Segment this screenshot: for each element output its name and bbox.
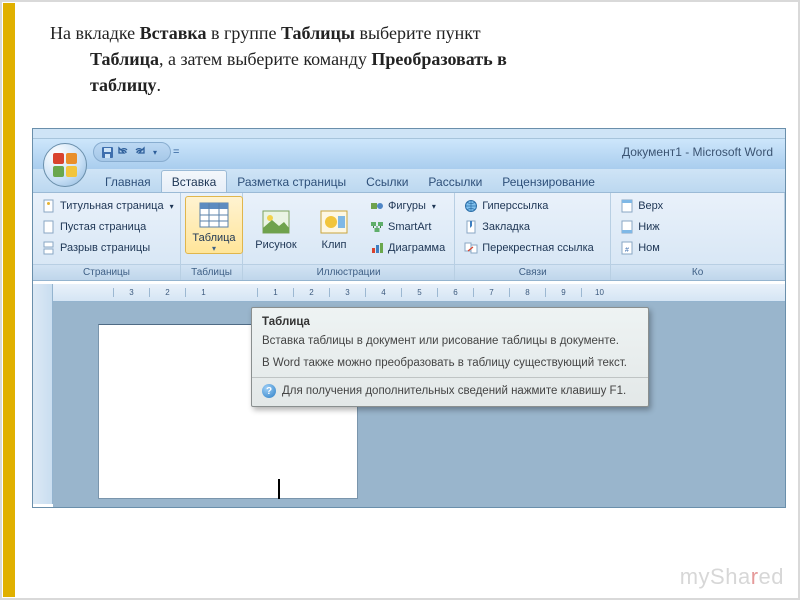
group-headers-partial: Верх Ниж # Ном Ко [611,193,785,280]
office-logo-icon [53,153,77,177]
group-tables: Таблица ▾ Таблицы [181,193,243,280]
table-button[interactable]: Таблица ▾ [185,196,243,254]
qat-more-icon[interactable]: ▾ [148,145,162,159]
tab-layout[interactable]: Разметка страницы [227,171,356,192]
hyperlink-button[interactable]: Гиперссылка [459,196,606,216]
vertical-ruler [33,284,53,504]
page-break-button[interactable]: Разрыв страницы [37,238,176,258]
horizontal-ruler: 32 1 12 34 56 78 910 [53,284,785,302]
table-tooltip: Таблица Вставка таблицы в документ или р… [251,307,649,407]
group-links: Гиперссылка Закладка Перекрестная ссылка… [455,193,611,280]
tab-insert[interactable]: Вставка [161,170,228,192]
tooltip-body2: В Word также можно преобразовать в табли… [262,356,638,372]
save-icon[interactable] [100,145,114,159]
tab-review[interactable]: Рецензирование [492,171,605,192]
tab-mailings[interactable]: Рассылки [418,171,492,192]
header-button[interactable]: Верх [615,196,780,216]
group-pages-title: Страницы [33,264,180,280]
blank-page-button[interactable]: Пустая страница [37,217,176,237]
chevron-down-icon: ▾ [212,244,216,253]
table-grid-icon [198,200,230,230]
crossref-button[interactable]: Перекрестная ссылка [459,238,606,258]
chart-icon [370,241,384,255]
chart-button[interactable]: Диаграмма [365,238,450,258]
redo-icon[interactable] [132,145,146,159]
tab-home[interactable]: Главная [95,171,161,192]
page-star-icon [42,199,56,213]
globe-link-icon [464,199,478,213]
tab-references[interactable]: Ссылки [356,171,418,192]
smartart-button[interactable]: SmartArt [365,217,450,237]
shapes-button[interactable]: Фигуры▾ [365,196,450,216]
page-break-icon [42,241,56,255]
clipart-icon [318,207,350,237]
svg-text:#: # [625,247,629,254]
watermark: myShared [680,564,784,590]
bookmark-button[interactable]: Закладка [459,217,606,237]
office-button[interactable] [43,143,87,187]
group-tables-title: Таблицы [181,264,242,280]
ribbon: Титульная страница▾ Пустая страница Разр… [33,193,785,281]
pagenum-button[interactable]: # Ном [615,238,780,258]
undo-icon[interactable] [116,145,130,159]
window-title: Документ1 - Microsoft Word [622,145,773,159]
group-pages: Титульная страница▾ Пустая страница Разр… [33,193,181,280]
bookmark-icon [464,220,478,234]
header-icon [620,199,634,213]
tooltip-help-text: Для получения дополнительных сведений на… [282,385,626,397]
picture-button[interactable]: Рисунок [247,196,305,258]
clip-button[interactable]: Клип [305,196,363,258]
footer-button[interactable]: Ниж [615,217,780,237]
group-partial-title: Ко [611,264,784,280]
help-icon: ? [262,384,276,398]
title-page-button[interactable]: Титульная страница▾ [37,196,176,216]
footer-icon [620,220,634,234]
crossref-icon [464,241,478,255]
quick-access-toolbar: ▾ [93,142,171,162]
shapes-icon [370,199,384,213]
ribbon-tabs: Главная Вставка Разметка страницы Ссылки… [33,169,785,193]
smartart-icon [370,220,384,234]
picture-icon [260,207,292,237]
tooltip-body1: Вставка таблицы в документ или рисование… [262,334,638,350]
pagenum-icon: # [620,241,634,255]
group-illus-title: Иллюстрации [243,264,454,280]
title-bar: ▾ = Документ1 - Microsoft Word [33,139,785,169]
instruction-text: На вкладке Вставка в группе Таблицы выбе… [50,20,730,98]
blank-page-icon [42,220,56,234]
group-links-title: Связи [455,264,610,280]
word-window: ▾ = Документ1 - Microsoft Word Главная В… [32,128,786,508]
text-cursor [278,479,280,499]
tooltip-title: Таблица [262,316,638,328]
group-illustrations: Рисунок Клип Фигуры▾ SmartArt [243,193,455,280]
